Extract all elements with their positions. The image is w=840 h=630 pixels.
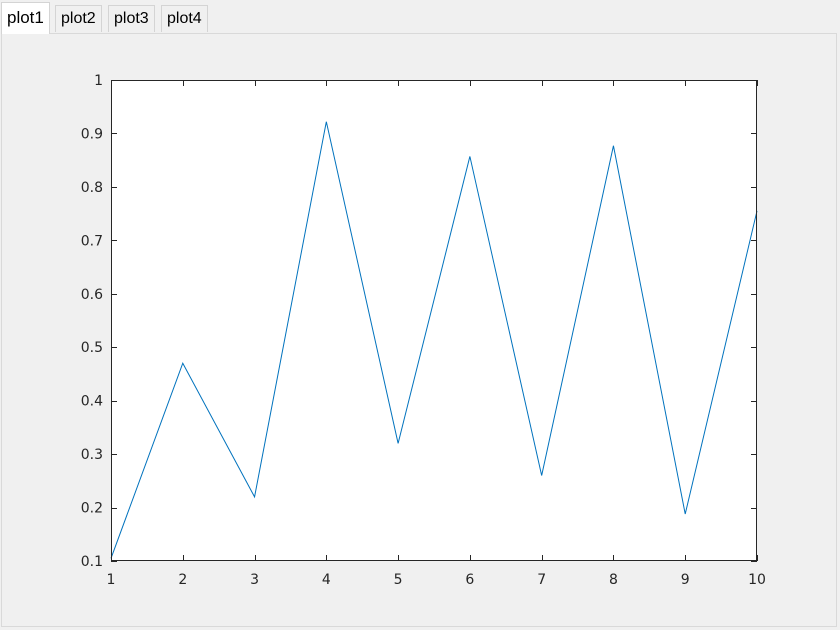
figure-window: plot1 plot2 plot3 plot4 1 2 3 4 5 6 7 8 9 10 0.1 0.… xyxy=(0,0,840,630)
x-tick-label: 4 xyxy=(322,572,331,588)
x-tick-label: 7 xyxy=(537,572,546,588)
x-tick-label: 3 xyxy=(250,572,259,588)
y-tick-label: 0.7 xyxy=(81,233,103,249)
x-tick-label: 10 xyxy=(748,572,766,588)
line-chart: 1 2 3 4 5 6 7 8 9 10 0.1 0.2 0.3 0.4 0.5 0.6 0.7 0.8 0.9 1 xyxy=(81,73,766,588)
x-tick-label: 2 xyxy=(178,572,187,588)
y-tick-label: 0.3 xyxy=(81,447,103,463)
y-tick-label: 0.1 xyxy=(81,554,103,570)
x-tick-label: 8 xyxy=(609,572,618,588)
x-tick-label: 1 xyxy=(107,572,116,588)
y-tick-label: 0.8 xyxy=(81,180,103,196)
y-tick-label: 0.5 xyxy=(81,340,103,356)
y-tick-label: 0.6 xyxy=(81,287,103,303)
x-tick-label: 9 xyxy=(681,572,690,588)
y-tick-label: 1 xyxy=(94,73,103,89)
x-tick-label: 6 xyxy=(465,572,474,588)
axes-background xyxy=(111,80,757,561)
tab-plot1[interactable]: plot1 xyxy=(1,2,50,34)
y-tick-label: 0.2 xyxy=(81,501,103,517)
y-tick-label: 0.9 xyxy=(81,126,103,142)
x-tick-label: 5 xyxy=(394,572,403,588)
y-tick-label: 0.4 xyxy=(81,394,103,410)
